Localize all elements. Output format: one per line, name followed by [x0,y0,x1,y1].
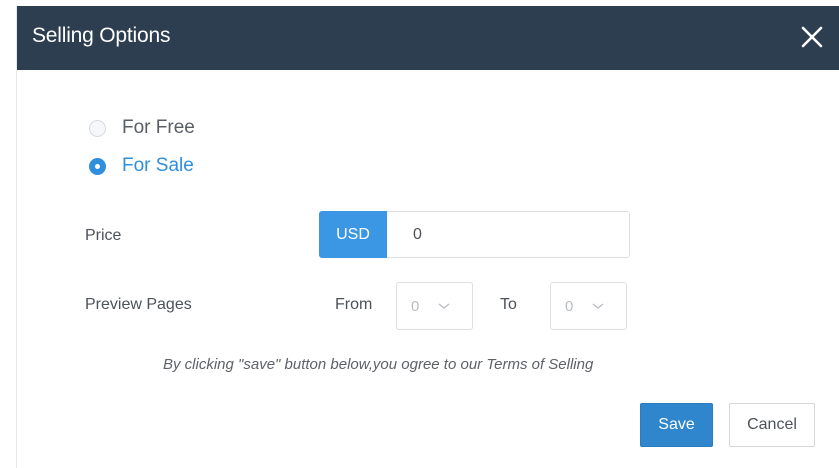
chevron-down-icon [438,303,450,309]
to-page-value: 0 [565,297,574,315]
close-icon [801,26,823,48]
price-input[interactable] [387,211,630,258]
to-page-select[interactable]: 0 [550,282,627,330]
radio-selected-icon[interactable] [89,157,106,175]
close-button[interactable] [797,22,827,52]
terms-notice: By clicking "save" button below,you ogre… [163,356,594,373]
option-label: For Sale [122,155,194,176]
preview-pages-label: Preview Pages [85,296,192,313]
from-page-value: 0 [411,297,420,315]
option-for-free[interactable]: For Free [89,116,195,140]
cancel-button[interactable]: Cancel [729,403,815,447]
price-label: Price [85,227,122,244]
selling-options-dialog: Selling Options For Free For Sale Price … [16,6,839,468]
save-button[interactable]: Save [640,403,713,447]
from-page-select[interactable]: 0 [396,282,473,330]
dialog-header: Selling Options [17,6,839,70]
option-label: For Free [122,117,195,138]
radio-unselected-icon[interactable] [89,119,106,137]
chevron-down-icon [592,303,604,309]
to-label: To [500,296,517,313]
currency-badge: USD [319,211,387,258]
from-label: From [335,296,373,313]
option-for-sale[interactable]: For Sale [89,154,194,178]
dialog-title: Selling Options [32,24,171,47]
